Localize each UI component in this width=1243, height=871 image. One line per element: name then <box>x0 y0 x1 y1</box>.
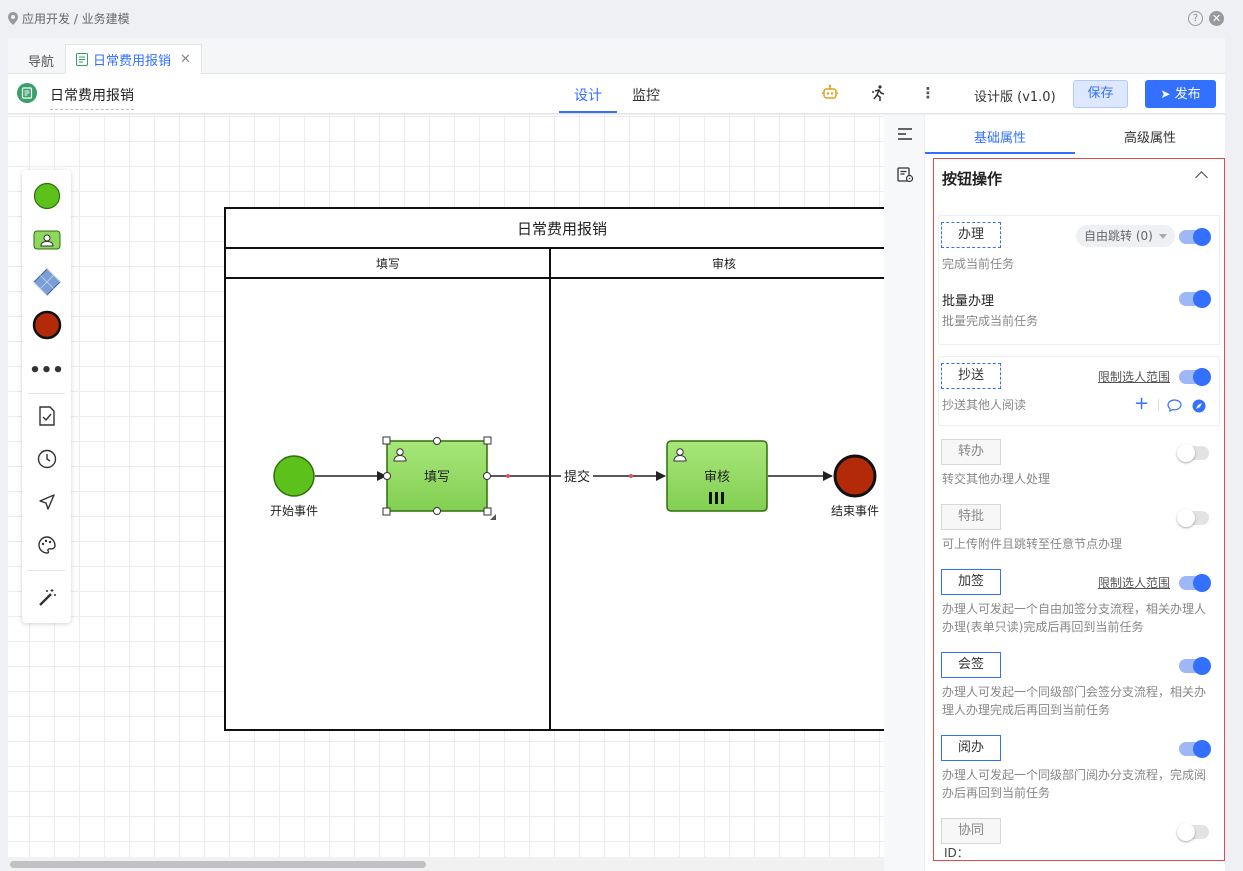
start-event[interactable] <box>273 455 315 497</box>
properties-tab-indicator <box>925 152 1075 154</box>
chat-bubble-icon[interactable] <box>1167 399 1182 416</box>
toggle-collab[interactable] <box>1177 823 1209 841</box>
more-horizontal-icon[interactable]: ••• <box>22 350 71 390</box>
element-palette: ••• <box>22 170 71 623</box>
op-addsign-button[interactable]: 加签 <box>941 569 1001 595</box>
start-event-label[interactable]: 开始事件 <box>270 504 318 518</box>
op-cc-scope-link[interactable]: 限制选人范围 <box>1098 368 1170 385</box>
op-handle-button[interactable]: 办理 <box>941 222 1001 248</box>
task-fill[interactable]: 填写 <box>382 436 496 520</box>
op-addsign-desc: 办理人可发起一个自由加签分支流程，相关办理人办理(表单只读)完成后再回到当前任务 <box>942 602 1207 634</box>
publish-button[interactable]: ➤ 发布 <box>1145 80 1216 108</box>
palette-icon[interactable] <box>22 525 71 565</box>
task-review-label: 审核 <box>704 470 730 485</box>
version-label[interactable]: 设计版 (v1.0) <box>974 86 1056 105</box>
op-countersign-desc: 办理人可发起一个同级部门会签分支流程，相关办理人办理完成后再回到当前任务 <box>942 685 1207 717</box>
document-title[interactable]: 日常费用报销 <box>50 85 134 110</box>
task-review[interactable]: 审核 <box>666 440 768 512</box>
run-icon[interactable] <box>868 84 888 104</box>
navigation-icon[interactable] <box>22 482 71 522</box>
clock-icon[interactable] <box>22 439 71 479</box>
tab-nav[interactable]: 导航 <box>28 51 54 70</box>
toggle-cc[interactable] <box>1179 368 1211 386</box>
close-icon[interactable]: ✕ <box>1209 11 1224 26</box>
jump-mode-select[interactable]: 自由跳转 (0) <box>1076 225 1175 247</box>
op-addsign-scope-link[interactable]: 限制选人范围 <box>1098 574 1170 591</box>
tab-advanced-properties[interactable]: 高级属性 <box>1124 127 1176 146</box>
diagram-canvas[interactable]: 日常费用报销 填写 审核 提交 开始事件 填写 审核 结束事件 <box>8 115 922 857</box>
check-document-icon[interactable] <box>22 396 71 436</box>
help-icon[interactable]: ? <box>1188 11 1203 26</box>
task-fill-label: 填写 <box>424 470 450 485</box>
op-review-desc: 办理人可发起一个同级部门阅办分支流程，完成阅办后再回到当前任务 <box>942 768 1207 800</box>
op-collab-button[interactable]: 协同 <box>941 818 1001 844</box>
settings-document-icon[interactable] <box>897 167 914 187</box>
button-actions-section: 按钮操作 办理 自由跳转 (0) 完成当前任务 批量办理 批量完成当前任务 抄送… <box>933 158 1225 861</box>
lane-fill[interactable]: 填写 <box>376 257 400 271</box>
op-special-button[interactable]: 特批 <box>941 504 1001 530</box>
op-special-desc: 可上传附件且跳转至任意节点办理 <box>942 537 1123 551</box>
flow-label[interactable]: 提交 <box>564 469 590 485</box>
user-task-tool[interactable] <box>22 221 71 261</box>
tab-document[interactable]: 日常费用报销 ✕ <box>65 44 202 74</box>
section-title: 按钮操作 <box>942 170 1003 188</box>
object-id: ID：obj_37d376dadf0e497db6d41bbf29813591 <box>944 844 1224 860</box>
op-transfer-button[interactable]: 转办 <box>941 439 1001 465</box>
multi-instance-icon <box>709 492 724 504</box>
op-cc-desc: 抄送其他人阅读 <box>942 398 1027 412</box>
panel-side-strip <box>884 115 925 871</box>
op-handle-desc: 完成当前任务 <box>942 257 1015 271</box>
lane-review[interactable]: 审核 <box>712 256 736 271</box>
active-tab-indicator <box>559 111 617 113</box>
bpmn-diagram: 日常费用报销 填写 审核 提交 开始事件 填写 审核 结束事件 <box>224 207 900 731</box>
tab-design[interactable]: 设计 <box>574 85 602 105</box>
toggle-transfer[interactable] <box>1177 444 1209 462</box>
list-icon[interactable] <box>897 127 913 145</box>
scrollbar-thumb[interactable] <box>10 861 426 868</box>
toggle-handle[interactable] <box>1179 228 1211 246</box>
op-transfer-desc: 转交其他办理人处理 <box>942 472 1051 486</box>
end-event[interactable] <box>833 454 877 498</box>
save-button[interactable]: 保存 <box>1073 80 1128 108</box>
send-icon: ➤ <box>1160 87 1171 101</box>
toggle-review[interactable] <box>1179 740 1211 758</box>
robot-icon[interactable] <box>820 84 840 104</box>
breadcrumb-text: 应用开发 / 业务建模 <box>22 12 130 26</box>
more-vertical-icon[interactable]: ⋮ <box>918 84 938 104</box>
breadcrumb: 应用开发 / 业务建模 <box>8 10 130 27</box>
magic-wand-icon[interactable] <box>22 578 71 618</box>
op-countersign-button[interactable]: 会签 <box>941 652 1001 678</box>
publish-label: 发布 <box>1174 87 1201 102</box>
tab-monitor[interactable]: 监控 <box>632 85 660 105</box>
form-icon <box>17 83 37 103</box>
pool-title[interactable]: 日常费用报销 <box>517 220 607 238</box>
tab-document-label: 日常费用报销 <box>93 54 172 69</box>
add-icon[interactable]: + <box>1134 395 1149 413</box>
tab-bar: 导航 日常费用报销 ✕ <box>8 38 1225 74</box>
tab-close-icon[interactable]: ✕ <box>180 52 191 67</box>
toggle-batch[interactable] <box>1179 290 1211 308</box>
op-cc-button[interactable]: 抄送 <box>941 363 1001 389</box>
document-icon <box>76 53 88 66</box>
top-bar <box>0 0 1243 38</box>
tab-basic-properties[interactable]: 基础属性 <box>974 127 1026 146</box>
op-batch-desc: 批量完成当前任务 <box>942 314 1039 328</box>
end-event-tool[interactable] <box>22 305 71 345</box>
toggle-addsign[interactable] <box>1179 574 1211 592</box>
op-review-button[interactable]: 阅办 <box>941 735 1001 761</box>
compass-icon[interactable] <box>1192 399 1206 417</box>
gateway-tool[interactable] <box>22 262 71 302</box>
toggle-countersign[interactable] <box>1179 657 1211 675</box>
editor-header: 日常费用报销 设计 监控 ⋮ 设计版 (v1.0) 保存 ➤ 发布 <box>8 74 1225 114</box>
chevron-up-icon[interactable] <box>1195 171 1208 184</box>
op-batch-label: 批量办理 <box>942 294 995 309</box>
toggle-special[interactable] <box>1177 509 1209 527</box>
start-event-tool[interactable] <box>22 176 71 216</box>
end-event-label[interactable]: 结束事件 <box>831 504 879 518</box>
location-pin-icon <box>8 12 18 25</box>
